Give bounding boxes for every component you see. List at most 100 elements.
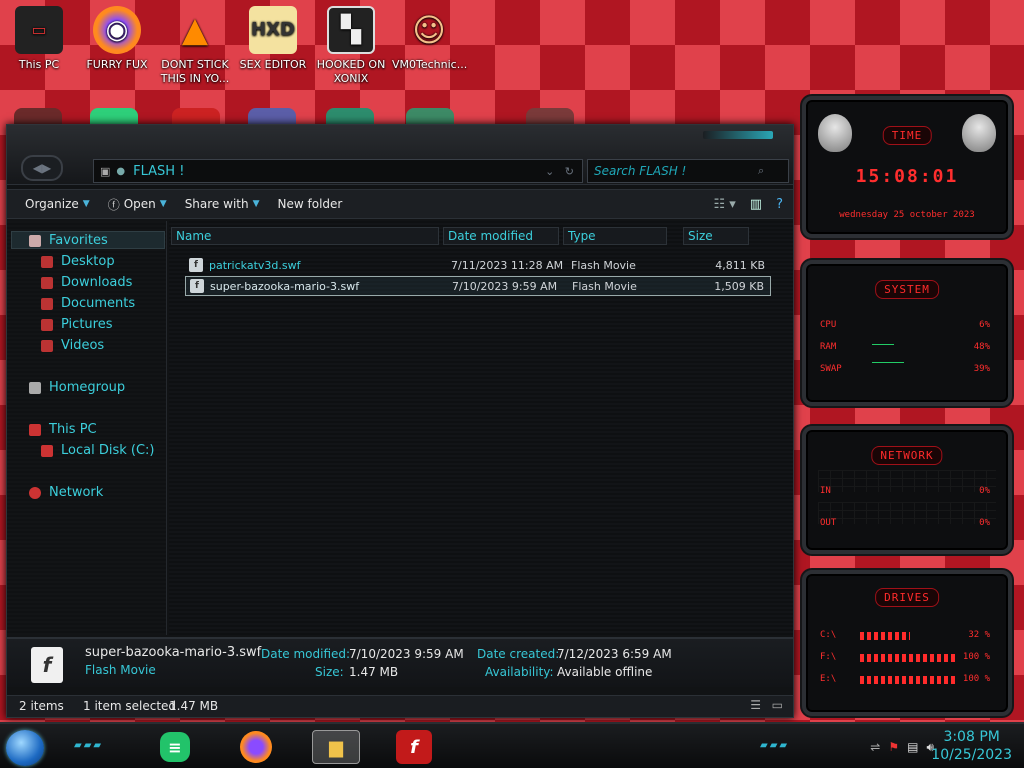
search-icon[interactable]: ⌕ <box>758 164 764 178</box>
flash-icon: f <box>410 736 418 758</box>
details-date-created: 7/12/2023 6:59 AM <box>557 647 672 661</box>
desktop-icon-hooked-on-xonix[interactable]: ▚ HOOKED ON XONIX <box>314 6 388 86</box>
taskbar-app-explorer[interactable]: ▆ <box>312 730 360 764</box>
file-list: Name Date modified Type Size f patrickat… <box>169 221 793 635</box>
sidebar-item-label: This PC <box>49 422 97 437</box>
address-bar[interactable]: ▣ ● FLASH ! ⌄ ↻ <box>93 159 583 183</box>
file-size: 4,811 KB <box>715 258 765 272</box>
folder-icon: ▣ <box>100 164 111 178</box>
address-path[interactable]: FLASH ! <box>133 164 184 179</box>
details-date-modified-label: Date modified: <box>261 647 351 661</box>
file-name: patrickatv3d.swf <box>209 258 301 272</box>
time-title: TIME <box>882 126 932 145</box>
sidebar-item-downloads[interactable]: Downloads <box>41 275 132 290</box>
sidebar-item-this-pc[interactable]: This PC <box>29 422 97 437</box>
column-header-type[interactable]: Type <box>563 227 667 245</box>
time-gadget[interactable]: TIME 15:08:01 wednesday 25 october 2023 <box>802 96 1012 238</box>
open-button[interactable]: ⓕ Open ▼ <box>108 196 167 213</box>
details-date-created-label: Date created: <box>477 647 560 661</box>
drive-label: F:\ <box>820 652 837 662</box>
sidebar-item-homegroup[interactable]: Homegroup <box>29 380 125 395</box>
sidebar-item-local-disk[interactable]: Local Disk (C:) <box>41 443 154 458</box>
desktop-icon-sex-editor[interactable]: HXD SEX EDITOR <box>236 6 310 72</box>
sidebar-item-label: Network <box>49 485 104 500</box>
drive-label: C:\ <box>820 630 837 640</box>
system-gadget[interactable]: SYSTEM CPU 6% RAM 48% SWAP 39% <box>802 260 1012 406</box>
taskbar-decoration: ▰▰▰ <box>760 740 790 751</box>
help-icon[interactable]: ? <box>776 197 783 212</box>
desktop-icon-label: VM0Technic... <box>392 58 468 71</box>
details-size: 1.47 MB <box>349 665 399 679</box>
chevron-down-icon: ▼ <box>82 199 90 209</box>
column-header-name[interactable]: Name <box>171 227 439 245</box>
desktop-icon-vm0technic[interactable]: ☺ VM0Technic... <box>392 6 468 72</box>
dot-icon: ● <box>116 165 126 177</box>
desktop-icon-label: HOOKED ON XONIX <box>316 58 386 85</box>
sidebar-item-label: Documents <box>61 296 136 311</box>
column-header-date-modified[interactable]: Date modified <box>443 227 559 245</box>
computer-icon <box>29 423 41 436</box>
organize-button[interactable]: Organize ▼ <box>25 197 90 211</box>
share-with-button[interactable]: Share with ▼ <box>185 197 260 211</box>
drive-usage-bar <box>860 676 956 684</box>
desktop-icon-label: DONT STICK THIS IN YO... <box>160 58 230 85</box>
details-availability: Available offline <box>557 665 653 679</box>
time-date: wednesday 25 october 2023 <box>839 210 975 220</box>
network-gadget[interactable]: NETWORK IN 0% OUT 0% <box>802 426 1012 554</box>
downloads-icon <box>41 276 53 289</box>
taskbar-time: 3:08 PM <box>943 729 1000 745</box>
search-input[interactable] <box>588 164 758 178</box>
show-desktop-icon[interactable]: ⇌ <box>870 740 880 755</box>
alien-head-icon <box>962 114 996 152</box>
details-size-label: Size: <box>315 665 344 679</box>
network-tray-icon[interactable]: ▤ <box>907 740 918 755</box>
file-row[interactable]: f patrickatv3d.swf 7/11/2023 11:28 AM Fl… <box>185 255 771 275</box>
sidebar-item-videos[interactable]: Videos <box>41 338 104 353</box>
desktop-icon-furry-fux[interactable]: ◉ FURRY FUX <box>80 6 154 72</box>
sidebar-item-pictures[interactable]: Pictures <box>41 317 112 332</box>
network-title: NETWORK <box>871 446 943 465</box>
sidebar-item-network[interactable]: Network <box>29 485 103 500</box>
status-selected: 1 item selected <box>83 699 177 713</box>
back-arrow-icon[interactable]: ◀▶ <box>33 161 51 175</box>
taskbar-app-notes[interactable]: ≡ <box>160 732 190 762</box>
details-view-icon[interactable]: ☰ <box>750 698 761 712</box>
taskbar-app-firefox[interactable] <box>240 731 272 763</box>
network-in-graph <box>818 470 996 492</box>
new-folder-label: New folder <box>277 197 343 211</box>
flag-icon[interactable]: ⚑ <box>888 740 899 755</box>
sidebar-item-desktop[interactable]: Desktop <box>41 254 115 269</box>
system-title: SYSTEM <box>875 280 939 299</box>
taskbar-app-flash[interactable]: f <box>396 730 432 764</box>
sidebar-item-documents[interactable]: Documents <box>41 296 135 311</box>
file-row-selected[interactable]: f super-bazooka-mario-3.swf 7/10/2023 9:… <box>185 276 771 296</box>
computer-icon: ▭ <box>15 6 63 54</box>
refresh-icon[interactable]: ⌄ ↻ <box>545 165 574 178</box>
back-forward-buttons[interactable]: ◀▶ <box>21 155 63 181</box>
sidebar-item-favorites[interactable]: Favorites <box>29 233 108 248</box>
star-icon <box>29 234 41 247</box>
drives-gadget[interactable]: DRIVES C:\ 32 % F:\ 100 % E:\ 100 % <box>802 570 1012 716</box>
view-options-icon[interactable]: ☷ ▾ <box>713 197 735 212</box>
start-button[interactable] <box>6 730 44 766</box>
network-value: 0% <box>979 518 990 528</box>
new-folder-button[interactable]: New folder <box>278 197 343 211</box>
details-filename: super-bazooka-mario-3.swf <box>85 645 262 660</box>
flash-file-icon: f <box>189 258 203 272</box>
preview-pane-icon[interactable]: ▥ <box>750 197 762 212</box>
taskbar-clock[interactable]: 3:08 PM 10/25/2023 <box>931 728 1012 764</box>
drive-value: 32 % <box>968 630 990 640</box>
details-availability-label: Availability: <box>485 665 554 679</box>
network-icon <box>29 486 41 499</box>
title-bar: ◀▶ ▣ ● FLASH ! ⌄ ↻ ⌕ <box>7 125 793 185</box>
alien-head-icon <box>818 114 852 152</box>
column-header-size[interactable]: Size <box>683 227 749 245</box>
search-box[interactable]: ⌕ <box>587 159 789 183</box>
desktop-icon-label: FURRY FUX <box>86 58 148 71</box>
desktop-icon-this-pc[interactable]: ▭ This PC <box>2 6 76 72</box>
flash-icon: ⓕ <box>107 197 120 212</box>
ram-graph-line <box>872 344 894 345</box>
desktop-icon-vlc[interactable]: ▲ DONT STICK THIS IN YO... <box>158 6 232 86</box>
thumbnail-view-icon[interactable]: ▭ <box>772 698 783 712</box>
taskbar-decoration: ▰▰▰ <box>74 740 104 751</box>
